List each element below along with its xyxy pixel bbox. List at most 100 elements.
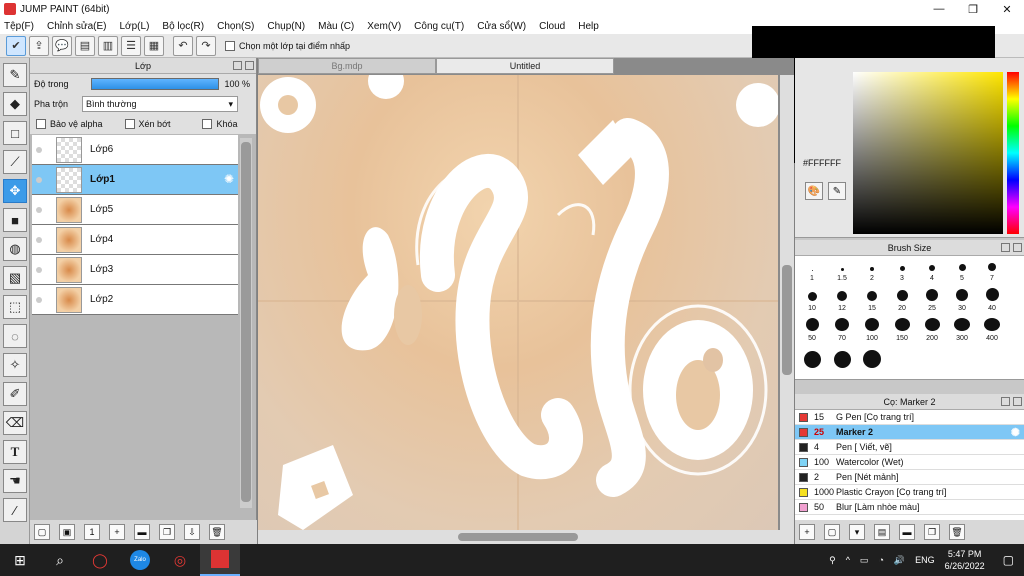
jump-paint-taskbar-icon[interactable] <box>200 544 240 576</box>
check-icon[interactable]: ✔ <box>6 35 26 56</box>
move-icon[interactable]: ✥ <box>3 179 27 203</box>
new-1bit-icon[interactable]: 1 <box>84 524 100 540</box>
brush-item[interactable]: 15 G Pen [Cọ trang trí] <box>795 410 1024 425</box>
bucket-icon[interactable]: ◍ <box>3 237 27 261</box>
tab-bg[interactable]: Bg.mdp <box>258 58 436 74</box>
brush-menu-icon[interactable]: ▾ <box>849 524 865 540</box>
lasso-icon[interactable]: ◌ <box>3 324 27 348</box>
layer-scrollbar[interactable] <box>240 138 252 508</box>
brush-size-option[interactable]: 300 <box>947 318 977 342</box>
zalo-icon[interactable]: Zalo <box>120 544 160 576</box>
brush-size-option[interactable]: 70 <box>827 318 857 342</box>
menu-help[interactable]: Help <box>578 21 599 32</box>
language-indicator[interactable]: ENG <box>915 555 935 565</box>
network-icon[interactable]: ◔ <box>878 555 883 565</box>
brush-size-option[interactable] <box>857 348 887 372</box>
brush-size-option[interactable]: 25 <box>917 288 947 312</box>
new-raster-icon[interactable]: ▣ <box>59 524 75 540</box>
color-saturation-box[interactable] <box>853 72 1003 234</box>
page-icon[interactable]: ▥ <box>98 35 118 56</box>
export-icon[interactable]: ⇪ <box>29 35 49 56</box>
clock[interactable]: 5:47 PM 6/26/2022 <box>945 548 985 572</box>
brush-item[interactable]: 1000 Plastic Crayon [Cọ trang trí] <box>795 485 1024 500</box>
drawing-canvas[interactable] <box>258 75 778 530</box>
brush-size-option[interactable]: 5 <box>947 258 977 282</box>
menu-layer[interactable]: Lớp(L) <box>120 21 150 32</box>
brush-size-option[interactable]: 2 <box>857 258 887 282</box>
duplicate-icon[interactable]: ❐ <box>159 524 175 540</box>
layer-row[interactable]: Lớp6 <box>32 135 238 165</box>
rectangle-icon[interactable]: □ <box>3 121 27 145</box>
panel-close-icon[interactable] <box>1013 397 1022 406</box>
brush-doc-icon[interactable]: ▤ <box>874 524 890 540</box>
panel-close-icon[interactable] <box>245 61 254 70</box>
visibility-icon[interactable] <box>32 266 46 273</box>
palette-icon[interactable]: 🎨 <box>805 182 823 200</box>
brush-size-option[interactable]: 1.5 <box>827 258 857 282</box>
hue-slider[interactable] <box>1007 72 1019 234</box>
layer-row[interactable]: Lớp1 ✺ <box>32 165 238 195</box>
panel-close-icon[interactable] <box>1013 243 1022 252</box>
menu-filter[interactable]: Bộ lọc(R) <box>162 21 204 32</box>
canvas-vertical-scrollbar[interactable] <box>780 75 794 530</box>
brush-size-option[interactable]: 12 <box>827 288 857 312</box>
rect-select-icon[interactable]: ⬚ <box>3 295 27 319</box>
brush-duplicate-icon[interactable]: ❐ <box>924 524 940 540</box>
panel-detach-icon[interactable] <box>233 61 242 70</box>
checklist-icon[interactable]: ▦ <box>144 35 164 56</box>
brush-folder-icon[interactable]: ▬ <box>899 524 915 540</box>
brush-size-option[interactable]: 10 <box>797 288 827 312</box>
menu-select[interactable]: Chọn(S) <box>217 21 254 32</box>
eyedropper-icon[interactable]: ⁄ <box>3 498 27 522</box>
brush-size-option[interactable]: 400 <box>977 318 1007 342</box>
brush-size-option[interactable]: 50 <box>797 318 827 342</box>
speech-bubble-icon[interactable]: 💬 <box>52 35 72 56</box>
brush-trash-icon[interactable]: 🗑 <box>949 524 965 540</box>
brush-size-option[interactable]: 20 <box>887 288 917 312</box>
eraser-icon[interactable]: ◆ <box>3 92 27 116</box>
visibility-icon[interactable] <box>32 206 46 213</box>
menu-capture[interactable]: Chụp(N) <box>267 21 305 32</box>
new-layer-icon[interactable]: ▢ <box>34 524 50 540</box>
tray-expand-icon[interactable]: ^ <box>846 555 850 565</box>
folder-icon[interactable]: ▬ <box>134 524 150 540</box>
pick-layer-checkbox[interactable] <box>225 40 235 51</box>
brush-size-option[interactable] <box>827 348 857 372</box>
people-icon[interactable]: ⚲ <box>829 555 836 566</box>
visibility-icon[interactable] <box>32 236 46 243</box>
visibility-icon[interactable] <box>32 176 46 183</box>
minimize-button[interactable]: — <box>922 0 956 18</box>
opera-icon[interactable]: ◯ <box>80 544 120 576</box>
brush-size-option[interactable]: 1 <box>797 258 827 282</box>
select-eraser-icon[interactable]: ⌫ <box>3 411 27 435</box>
brush-size-option[interactable]: 40 <box>977 288 1007 312</box>
palette-edit-icon[interactable]: ✎ <box>828 182 846 200</box>
merge-icon[interactable]: ⇩ <box>184 524 200 540</box>
layer-row[interactable]: Lớp3 <box>32 255 238 285</box>
brush-size-option[interactable]: 7 <box>977 258 1007 282</box>
blend-mode-select[interactable]: Bình thường <box>82 96 239 112</box>
visibility-icon[interactable] <box>32 146 46 153</box>
menu-color[interactable]: Màu (C) <box>318 21 354 32</box>
battery-icon[interactable]: ▭ <box>860 555 869 566</box>
search-icon[interactable]: ⌕ <box>40 544 80 576</box>
line-icon[interactable]: ⟋ <box>3 150 27 174</box>
brush-item[interactable]: 50 Blur [Làm nhòe màu] <box>795 500 1024 515</box>
tab-untitled[interactable]: Untitled <box>436 58 614 74</box>
layer-row[interactable]: Lớp2 <box>32 285 238 315</box>
add-brush-icon[interactable]: + <box>799 524 815 540</box>
brush-size-option[interactable]: 15 <box>857 288 887 312</box>
brush-size-option[interactable]: 4 <box>917 258 947 282</box>
brush-item[interactable]: 4 Pen [ Viết, vẽ] <box>795 440 1024 455</box>
menu-file[interactable]: Tệp(F) <box>4 21 34 32</box>
opera-gx-icon[interactable]: ◎ <box>160 544 200 576</box>
brush-item[interactable]: 25 Marker 2 ✺ <box>795 425 1024 440</box>
add-layer-menu-icon[interactable]: + <box>109 524 125 540</box>
magic-wand-icon[interactable]: ✧ <box>3 353 27 377</box>
comment-icon[interactable]: ▤ <box>75 35 95 56</box>
lock-checkbox[interactable] <box>202 119 213 129</box>
brush-size-option[interactable]: 100 <box>857 318 887 342</box>
close-button[interactable]: ✕ <box>990 0 1024 18</box>
brush-size-option[interactable]: 30 <box>947 288 977 312</box>
restore-button[interactable]: ❐ <box>956 0 990 18</box>
